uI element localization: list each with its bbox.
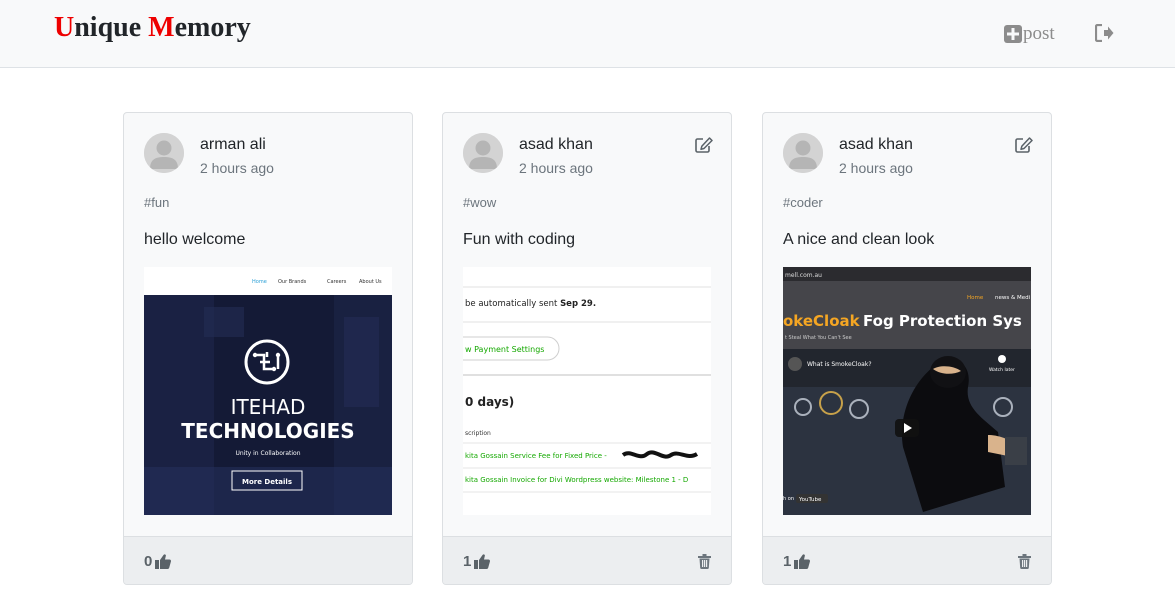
svg-text:kita Gossain Invoice for Divi: kita Gossain Invoice for Divi Wordpress … bbox=[465, 476, 688, 484]
svg-text:0 days): 0 days) bbox=[465, 395, 514, 409]
svg-text:mell.com.au: mell.com.au bbox=[785, 272, 822, 279]
svg-text:be automatically sent Sep 29.: be automatically sent Sep 29. bbox=[465, 299, 596, 309]
svg-text:Careers: Careers bbox=[327, 279, 347, 285]
svg-text:scription: scription bbox=[465, 430, 491, 437]
like-button[interactable]: 0 bbox=[144, 553, 172, 570]
post-author: asad khan bbox=[839, 136, 913, 153]
like-count: 0 bbox=[144, 553, 153, 570]
plus-square-icon bbox=[1004, 25, 1022, 43]
svg-text:Our Brands: Our Brands bbox=[278, 279, 307, 285]
like-button[interactable]: 1 bbox=[783, 553, 811, 570]
post-card-body: asad khan 2 hours ago #wow Fun with codi… bbox=[443, 113, 731, 536]
svg-text:About Us: About Us bbox=[359, 279, 382, 285]
user-avatar-icon bbox=[463, 133, 503, 173]
svg-text:news & Medi: news & Medi bbox=[995, 295, 1031, 301]
post-card-footer: 1 bbox=[763, 536, 1051, 584]
svg-text:YouTube: YouTube bbox=[798, 497, 822, 503]
svg-text:kita Gossain Service Fee for F: kita Gossain Service Fee for Fixed Price… bbox=[465, 452, 607, 460]
post-tag: #fun bbox=[144, 195, 170, 210]
svg-text:okeCloak: okeCloak bbox=[783, 312, 861, 330]
svg-text:What is SmokeCloak?: What is SmokeCloak? bbox=[807, 361, 872, 368]
like-count: 1 bbox=[783, 553, 792, 570]
svg-text:Unity in Collaboration: Unity in Collaboration bbox=[235, 450, 300, 457]
new-post-label: post bbox=[1023, 23, 1055, 44]
post-timestamp: 2 hours ago bbox=[839, 160, 913, 176]
logout-button[interactable] bbox=[1095, 24, 1114, 42]
post-image: mell.com.au Home news & Medi okeCloak Fo… bbox=[783, 267, 1031, 515]
post-tag: #wow bbox=[463, 195, 497, 210]
svg-text:TECHNOLOGIES: TECHNOLOGIES bbox=[181, 419, 354, 443]
post-text: hello welcome bbox=[144, 231, 246, 248]
avatar bbox=[144, 133, 184, 173]
post-author: arman ali bbox=[200, 136, 266, 153]
post-card-footer: 1 bbox=[443, 536, 731, 584]
avatar bbox=[783, 133, 823, 173]
post-text: Fun with coding bbox=[463, 231, 576, 248]
brand-logo[interactable]: Unique Memory bbox=[54, 12, 251, 44]
svg-text:w Payment Settings: w Payment Settings bbox=[465, 345, 544, 354]
post-text: A nice and clean look bbox=[783, 231, 935, 248]
svg-text:Fog Protection Sys: Fog Protection Sys bbox=[863, 312, 1022, 330]
edit-icon[interactable] bbox=[695, 137, 713, 153]
svg-text:h on: h on bbox=[783, 496, 794, 502]
thumbs-up-icon bbox=[794, 554, 811, 569]
delete-trash-icon[interactable] bbox=[698, 554, 711, 569]
thumbs-up-icon bbox=[474, 554, 491, 569]
post-image-smokecloak: mell.com.au Home news & Medi okeCloak Fo… bbox=[783, 267, 1031, 515]
svg-text:t Steal What You Can't See: t Steal What You Can't See bbox=[785, 335, 852, 341]
avatar bbox=[463, 133, 503, 173]
post-image-invoice: be automatically sent Sep 29. w Payment … bbox=[463, 267, 711, 515]
post-image: Home Our Brands Careers About Us ITEHAD … bbox=[144, 267, 392, 515]
svg-text:Watch later: Watch later bbox=[989, 367, 1015, 373]
post-card: asad khan 2 hours ago #coder A nice and … bbox=[762, 112, 1052, 585]
post-image-itehad: Home Our Brands Careers About Us ITEHAD … bbox=[144, 267, 392, 515]
post-card: arman ali 2 hours ago #fun hello welcome… bbox=[123, 112, 413, 585]
like-count: 1 bbox=[463, 553, 472, 570]
svg-text:ITEHAD: ITEHAD bbox=[231, 395, 306, 419]
post-card: asad khan 2 hours ago #wow Fun with codi… bbox=[442, 112, 732, 585]
delete-trash-icon[interactable] bbox=[1018, 554, 1031, 569]
like-button[interactable]: 1 bbox=[463, 553, 491, 570]
user-avatar-icon bbox=[783, 133, 823, 173]
thumbs-up-icon bbox=[155, 554, 172, 569]
post-card-footer: 0 bbox=[124, 536, 412, 584]
post-card-body: arman ali 2 hours ago #fun hello welcome… bbox=[124, 113, 412, 536]
post-timestamp: 2 hours ago bbox=[519, 160, 593, 176]
new-post-button[interactable]: post bbox=[1004, 22, 1055, 46]
post-timestamp: 2 hours ago bbox=[200, 160, 274, 176]
svg-text:Home: Home bbox=[252, 279, 267, 285]
post-tag: #coder bbox=[783, 195, 823, 210]
user-avatar-icon bbox=[144, 133, 184, 173]
post-author: asad khan bbox=[519, 136, 593, 153]
post-image: be automatically sent Sep 29. w Payment … bbox=[463, 267, 711, 515]
svg-text:More Details: More Details bbox=[242, 478, 292, 486]
edit-icon[interactable] bbox=[1015, 137, 1033, 153]
svg-text:Home: Home bbox=[967, 295, 984, 301]
top-navbar: Unique Memory post bbox=[0, 0, 1175, 68]
post-card-body: asad khan 2 hours ago #coder A nice and … bbox=[763, 113, 1051, 536]
